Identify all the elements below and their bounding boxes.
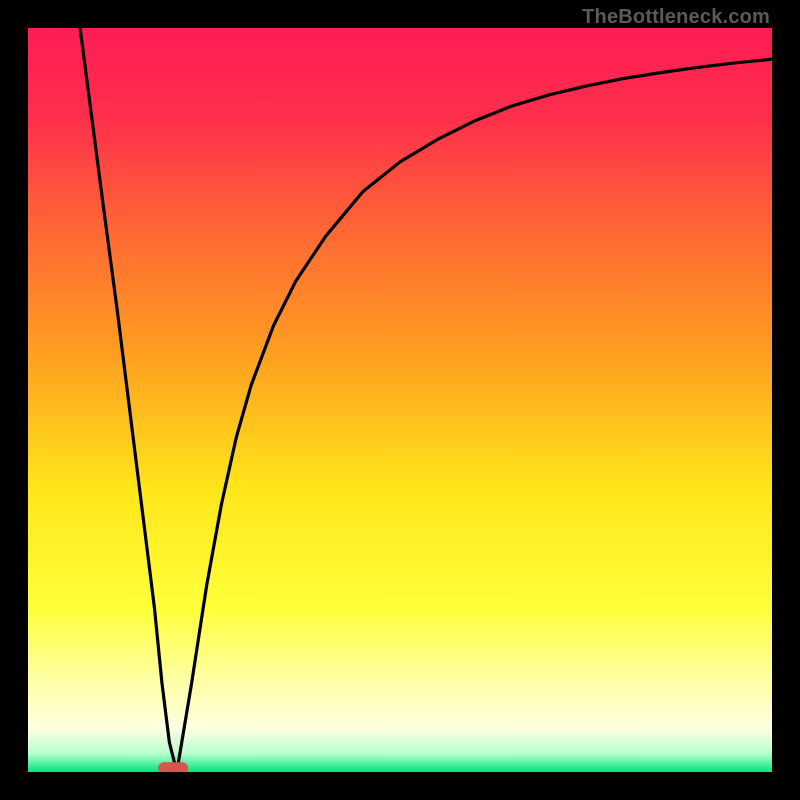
chart-background (28, 28, 772, 772)
chart-svg (28, 28, 772, 772)
watermark-text: TheBottleneck.com (582, 6, 770, 29)
minimum-marker (158, 762, 188, 772)
chart-frame (28, 28, 772, 772)
